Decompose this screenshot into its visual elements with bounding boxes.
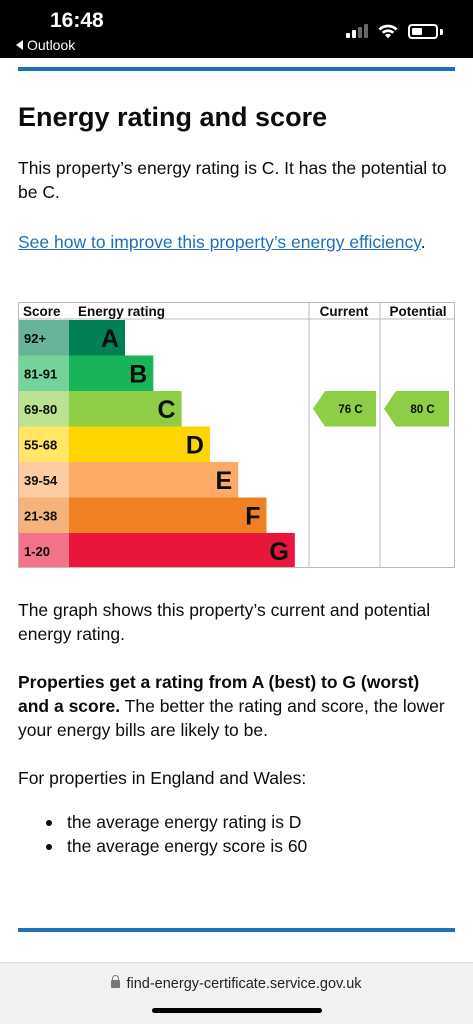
rating-letter-e: E — [216, 467, 233, 495]
energy-rating-section: Energy rating and score This property’s … — [18, 100, 455, 254]
rating-letter-a: A — [101, 325, 119, 353]
page-title: Energy rating and score — [18, 102, 328, 132]
header-current: Current — [320, 304, 369, 319]
score-range-a: 92+ — [24, 331, 46, 346]
browser-address-bar[interactable]: find-energy-certificate.service.gov.uk — [0, 962, 473, 1024]
url-text: find-energy-certificate.service.gov.uk — [126, 976, 362, 992]
back-arrow-icon — [16, 40, 23, 50]
section-divider-top — [18, 67, 455, 71]
rating-explanation: The graph shows this property’s current … — [18, 598, 455, 858]
potential-rating-label: 80 C — [410, 404, 434, 416]
rating-letter-g: G — [269, 538, 288, 566]
score-range-e: 39-54 — [24, 473, 58, 488]
rating-explanation-text: Properties get a rating from A (best) to… — [18, 670, 455, 742]
rating-letter-b: B — [129, 360, 147, 388]
wifi-icon — [378, 24, 398, 39]
energy-rating-graph: Score Energy rating Current Potential 92… — [18, 302, 455, 568]
rating-letter-c: C — [158, 396, 176, 424]
score-range-f: 21-38 — [24, 508, 57, 523]
rating-letter-d: D — [186, 431, 204, 459]
header-potential: Potential — [389, 304, 446, 319]
epc-chart: Score Energy rating Current Potential 92… — [19, 303, 454, 567]
england-wales-intro: For properties in England and Wales: — [18, 768, 307, 788]
graph-note: The graph shows this property’s current … — [18, 600, 431, 644]
home-indicator[interactable] — [152, 1008, 322, 1013]
improve-efficiency-link[interactable]: See how to improve this property’s energ… — [18, 232, 421, 252]
lock-icon — [111, 975, 121, 988]
status-time: 16:48 — [50, 9, 104, 32]
rating-bar-e — [69, 462, 239, 498]
averages-list: the average energy rating is D the avera… — [18, 810, 455, 858]
section-divider-bottom — [18, 928, 455, 932]
rating-bar-f — [69, 497, 267, 533]
improve-paragraph: See how to improve this property’s energ… — [18, 232, 426, 252]
rating-letter-f: F — [245, 502, 260, 530]
status-bar: 16:48 Outlook — [0, 0, 473, 58]
back-app-label: Outlook — [27, 37, 76, 53]
score-range-c: 69-80 — [24, 402, 57, 417]
average-score-item: the average energy score is 60 — [18, 834, 455, 858]
address-url[interactable]: find-energy-certificate.service.gov.uk — [0, 975, 473, 992]
current-rating-label: 76 C — [338, 404, 362, 416]
header-score: Score — [23, 304, 61, 319]
rating-bar-g — [69, 533, 295, 567]
average-rating-item: the average energy rating is D — [18, 810, 455, 834]
rating-intro: This property’s energy rating is C. It h… — [18, 158, 447, 202]
battery-icon — [408, 24, 438, 39]
header-energy-rating: Energy rating — [78, 304, 165, 319]
score-range-b: 81-91 — [24, 366, 57, 381]
score-range-g: 1-20 — [24, 544, 50, 559]
back-to-app-button[interactable]: Outlook — [16, 37, 75, 53]
score-range-d: 55-68 — [24, 437, 57, 452]
cellular-signal-icon — [346, 24, 368, 38]
